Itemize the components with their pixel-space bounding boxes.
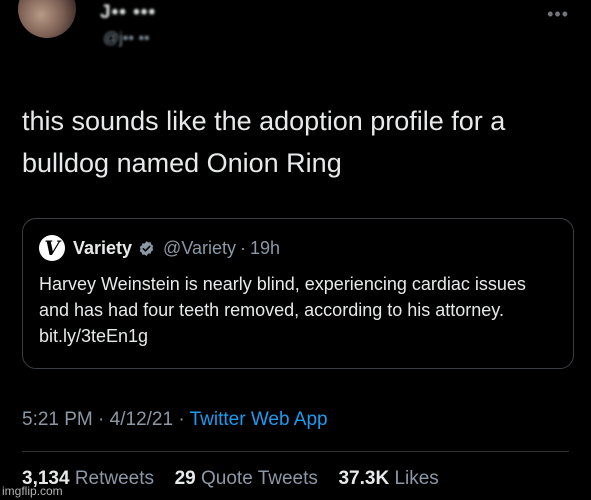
timestamp-separator: · [98, 409, 105, 430]
quoted-handle: @Variety [163, 237, 237, 258]
quote-tweets-count: 29 [174, 468, 196, 489]
avatar[interactable] [18, 0, 76, 38]
quoted-author-name: Variety [73, 237, 133, 258]
quoted-tweet-header: V Variety @Variety · 19h [39, 235, 280, 261]
quoted-tweet-text: Harvey Weinstein is nearly blind, experi… [39, 274, 526, 346]
tweet-time: 5:21 PM [22, 409, 93, 430]
more-options-icon[interactable]: ••• [547, 4, 569, 25]
tweet-text: this sounds like the adoption profile fo… [22, 106, 506, 178]
quote-tweets-label: Quote Tweets [201, 468, 318, 489]
likes-count: 37.3K [338, 468, 390, 489]
tweet-stats: 3,134 Retweets 29 Quote Tweets 37.3K Lik… [22, 468, 439, 490]
variety-logo-icon: V [39, 235, 65, 261]
divider [22, 451, 569, 452]
tweet-timestamp: 5:21 PM · 4/12/21 · Twitter Web App [22, 409, 328, 431]
quoted-separator: · [240, 237, 247, 258]
likes-label: Likes [394, 468, 439, 489]
quote-tweets-stat[interactable]: 29 Quote Tweets [175, 468, 324, 489]
retweets-label: Retweets [74, 468, 155, 489]
verified-badge-icon [139, 240, 154, 256]
author-display-name[interactable]: J•• ••• [100, 2, 156, 24]
tweet-source-link[interactable]: Twitter Web App [190, 409, 328, 430]
tweet-date[interactable]: 4/12/21 [110, 409, 173, 430]
imgflip-watermark: imgflip.com [2, 484, 63, 498]
quoted-age: 19h [250, 237, 281, 258]
likes-stat[interactable]: 37.3K Likes [338, 468, 438, 489]
author-handle[interactable]: @j•• •• [103, 30, 150, 48]
timestamp-separator-2: · [178, 409, 185, 430]
quoted-tweet[interactable]: V Variety @Variety · 19h Harvey Weinstei… [22, 218, 574, 369]
